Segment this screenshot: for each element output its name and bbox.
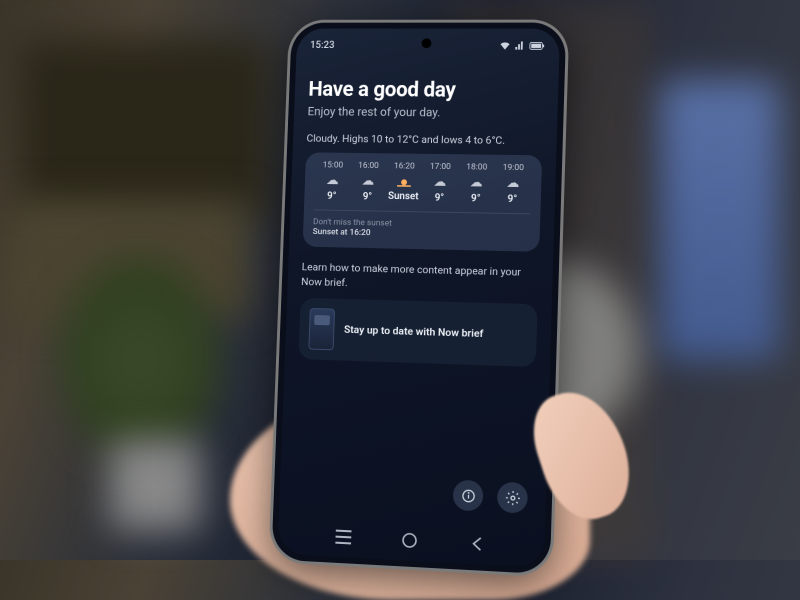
hour-column: 17:00 ☁ 9° — [421, 162, 459, 204]
hour-temp: 9° — [363, 192, 373, 203]
nav-back-button[interactable] — [466, 533, 487, 554]
hour-time: 16:20 — [394, 161, 415, 171]
hour-column: 19:00 ☁ 9° — [494, 163, 532, 206]
cloud-icon: ☁ — [506, 177, 519, 190]
status-right-cluster — [499, 41, 545, 50]
hour-time: 19:00 — [503, 163, 525, 173]
background-plant — [60, 260, 220, 460]
phone-screen[interactable]: 15:23 Have a good day Enjoy the rest of … — [277, 29, 560, 568]
cloud-icon: ☁ — [361, 175, 374, 188]
battery-icon — [529, 41, 545, 50]
signal-icon — [514, 41, 525, 50]
hour-column: 18:00 ☁ 9° — [457, 162, 495, 204]
info-button[interactable] — [453, 480, 484, 512]
now-brief-thumbnail — [308, 308, 335, 350]
hour-temp: Sunset — [388, 191, 419, 202]
nav-home-button[interactable] — [399, 530, 420, 551]
hour-temp: 9° — [327, 191, 337, 202]
background-shelf — [20, 40, 270, 220]
wifi-icon — [499, 41, 510, 50]
hour-temp: 9° — [507, 194, 517, 205]
main-content: Have a good day Enjoy the rest of your d… — [298, 51, 545, 368]
hour-time: 18:00 — [466, 162, 487, 172]
navigation-bar — [278, 524, 545, 558]
nav-recents-button[interactable] — [334, 526, 354, 547]
hour-column: 16:20 Sunset — [385, 161, 422, 203]
now-brief-title: Stay up to date with Now brief — [344, 323, 484, 341]
background-light-panel — [660, 80, 780, 360]
greeting-subtitle: Enjoy the rest of your day. — [307, 104, 543, 120]
now-brief-card[interactable]: Stay up to date with Now brief — [298, 298, 537, 367]
background-pot — [110, 440, 200, 530]
phone-device: 15:23 Have a good day Enjoy the rest of … — [271, 23, 566, 575]
hour-time: 17:00 — [430, 162, 451, 172]
cloud-icon: ☁ — [326, 174, 339, 187]
learn-text: Learn how to make more content appear in… — [301, 260, 539, 295]
bottom-action-icons — [453, 480, 529, 514]
hour-time: 15:00 — [323, 160, 344, 170]
status-time: 15:23 — [310, 40, 335, 51]
weather-card[interactable]: 15:00☁9°16:00☁9°16:20Sunset17:00☁9°18:00… — [303, 152, 543, 251]
forecast-summary: Cloudy. Highs 10 to 12°C and lows 4 to 6… — [306, 132, 542, 148]
sunset-icon — [397, 175, 411, 187]
hour-column: 15:00 ☁ 9° — [314, 160, 351, 202]
hourly-forecast-row: 15:00☁9°16:00☁9°16:20Sunset17:00☁9°18:00… — [314, 160, 532, 205]
hour-time: 16:00 — [358, 161, 379, 171]
hour-column: 16:00 ☁ 9° — [349, 161, 386, 203]
sunset-note: Don't miss the sunset Sunset at 16:20 — [313, 209, 531, 241]
cloud-icon: ☁ — [433, 176, 446, 189]
greeting-heading: Have a good day — [308, 78, 544, 103]
cloud-icon: ☁ — [470, 176, 483, 189]
hour-temp: 9° — [434, 193, 444, 204]
settings-button[interactable] — [497, 482, 528, 514]
hour-temp: 9° — [471, 193, 481, 204]
